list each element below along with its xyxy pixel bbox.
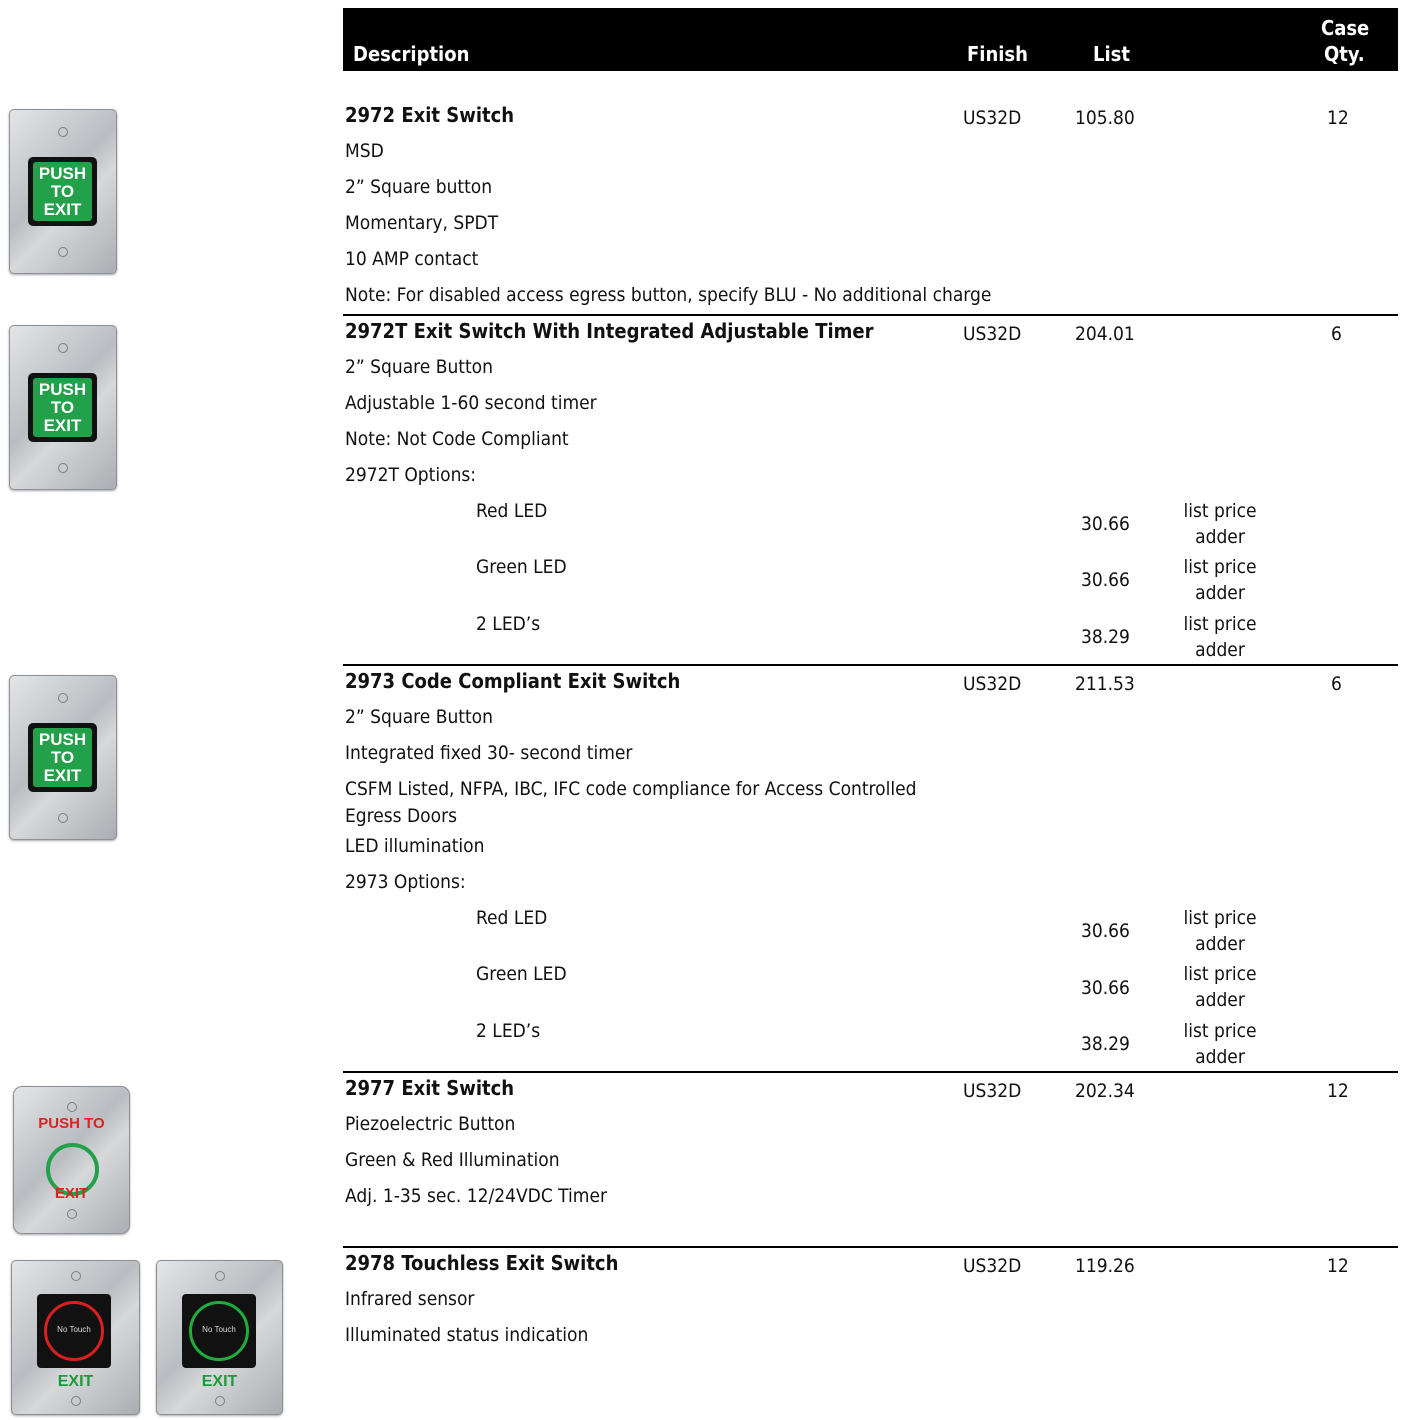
header-case-qty-line2: Qty.	[1324, 42, 1365, 66]
product-line: MSD	[345, 140, 384, 162]
header-list: List	[1093, 42, 1130, 66]
header-finish: Finish	[967, 42, 1028, 66]
option-name: 2 LED’s	[476, 1020, 541, 1042]
option-name: Red LED	[476, 907, 548, 929]
header-description: Description	[353, 42, 470, 66]
row-divider	[343, 664, 1398, 666]
product-line: Egress Doors	[345, 805, 458, 827]
option-price-note: list price adder	[1183, 500, 1257, 548]
touchless-switch-green-image: No Touch EXIT	[156, 1260, 283, 1415]
product-line: 2” Square Button	[345, 356, 493, 378]
product-line: Infrared sensor	[345, 1288, 475, 1310]
screw-icon	[58, 693, 68, 703]
screw-icon	[58, 247, 68, 257]
option-price: 30.66	[1081, 569, 1130, 591]
option-price-note: list price adder	[1183, 907, 1257, 955]
row-divider	[343, 1246, 1398, 1248]
option-name: Green LED	[476, 963, 567, 985]
row-divider	[343, 1071, 1398, 1073]
product-case-qty: 6	[1331, 673, 1342, 695]
exit-switch-2973-image: PUSH TO EXIT	[9, 675, 117, 840]
option-price: 30.66	[1081, 513, 1130, 535]
product-line: Momentary, SPDT	[345, 212, 499, 234]
product-line: LED illumination	[345, 835, 485, 857]
option-price: 30.66	[1081, 920, 1130, 942]
options-heading: 2972T Options:	[345, 464, 477, 486]
product-list-price: 202.34	[1075, 1080, 1135, 1102]
product-note: Note: For disabled access egress button,…	[345, 284, 992, 306]
screw-icon	[70, 1271, 81, 1281]
exit-label: EXIT	[201, 1373, 238, 1390]
product-case-qty: 12	[1327, 1255, 1349, 1277]
product-note: Note: Not Code Compliant	[345, 428, 569, 450]
product-finish: US32D	[963, 1255, 1022, 1277]
push-to-exit-button-icon: PUSH TO EXIT	[28, 373, 97, 442]
product-title: 2973 Code Compliant Exit Switch	[345, 669, 681, 693]
screw-icon	[70, 1396, 81, 1406]
product-finish: US32D	[963, 673, 1022, 695]
product-line: 2” Square button	[345, 176, 493, 198]
screw-icon	[58, 343, 68, 353]
product-line: CSFM Listed, NFPA, IBC, IFC code complia…	[345, 778, 917, 800]
product-title: 2978 Touchless Exit Switch	[345, 1251, 619, 1275]
option-price-note: list price adder	[1183, 963, 1257, 1011]
options-heading: 2973 Options:	[345, 871, 466, 893]
product-list-price: 105.80	[1075, 107, 1135, 129]
product-title: 2972T Exit Switch With Integrated Adjust…	[345, 319, 874, 343]
product-title: 2977 Exit Switch	[345, 1076, 515, 1100]
screw-icon	[214, 1396, 225, 1406]
option-name: Green LED	[476, 556, 567, 578]
product-case-qty: 12	[1327, 1080, 1349, 1102]
option-price-note: list price adder	[1183, 1020, 1257, 1068]
product-list-price: 204.01	[1075, 323, 1135, 345]
exit-switch-2972-image: PUSH TO EXIT	[9, 109, 117, 274]
touch-sensor-icon: No Touch	[37, 1294, 111, 1368]
table-header: Description Finish List Case Qty.	[343, 8, 1398, 71]
option-price-note: list price adder	[1183, 613, 1257, 661]
product-list-price: 119.26	[1075, 1255, 1135, 1277]
row-divider	[343, 314, 1398, 316]
screw-icon	[214, 1271, 225, 1281]
product-case-qty: 12	[1327, 107, 1349, 129]
push-to-label: PUSH TO	[38, 1115, 105, 1132]
product-line: Green & Red Illumination	[345, 1149, 560, 1171]
screw-icon	[66, 1102, 77, 1112]
exit-label: EXIT	[57, 1373, 94, 1390]
push-to-exit-button-icon: PUSH TO EXIT	[28, 723, 97, 792]
push-to-exit-button-icon: PUSH TO EXIT	[28, 157, 97, 226]
screw-icon	[66, 1209, 77, 1219]
option-price: 38.29	[1081, 1033, 1130, 1055]
option-price-note: list price adder	[1183, 556, 1257, 604]
exit-switch-2977-image: PUSH TO EXIT	[13, 1086, 130, 1234]
touchless-switch-red-image: No Touch EXIT	[11, 1260, 140, 1415]
product-finish: US32D	[963, 107, 1022, 129]
product-line: 10 AMP contact	[345, 248, 479, 270]
option-price: 38.29	[1081, 626, 1130, 648]
product-list-price: 211.53	[1075, 673, 1135, 695]
product-case-qty: 6	[1331, 323, 1342, 345]
product-finish: US32D	[963, 323, 1022, 345]
screw-icon	[58, 127, 68, 137]
touch-sensor-icon: No Touch	[182, 1294, 256, 1368]
product-title: 2972 Exit Switch	[345, 103, 515, 127]
product-line: Piezoelectric Button	[345, 1113, 516, 1135]
option-name: 2 LED’s	[476, 613, 541, 635]
product-line: Adjustable 1-60 second timer	[345, 392, 597, 414]
option-name: Red LED	[476, 500, 548, 522]
product-finish: US32D	[963, 1080, 1022, 1102]
header-case-qty-line1: Case	[1321, 16, 1370, 40]
option-price: 30.66	[1081, 977, 1130, 999]
exit-switch-2972t-image: PUSH TO EXIT	[9, 325, 117, 490]
exit-label: EXIT	[54, 1185, 89, 1202]
product-line: Illuminated status indication	[345, 1324, 589, 1346]
screw-icon	[58, 813, 68, 823]
screw-icon	[58, 463, 68, 473]
product-line: Integrated fixed 30- second timer	[345, 742, 633, 764]
product-line: 2” Square Button	[345, 706, 493, 728]
product-line: Adj. 1-35 sec. 12/24VDC Timer	[345, 1185, 607, 1207]
